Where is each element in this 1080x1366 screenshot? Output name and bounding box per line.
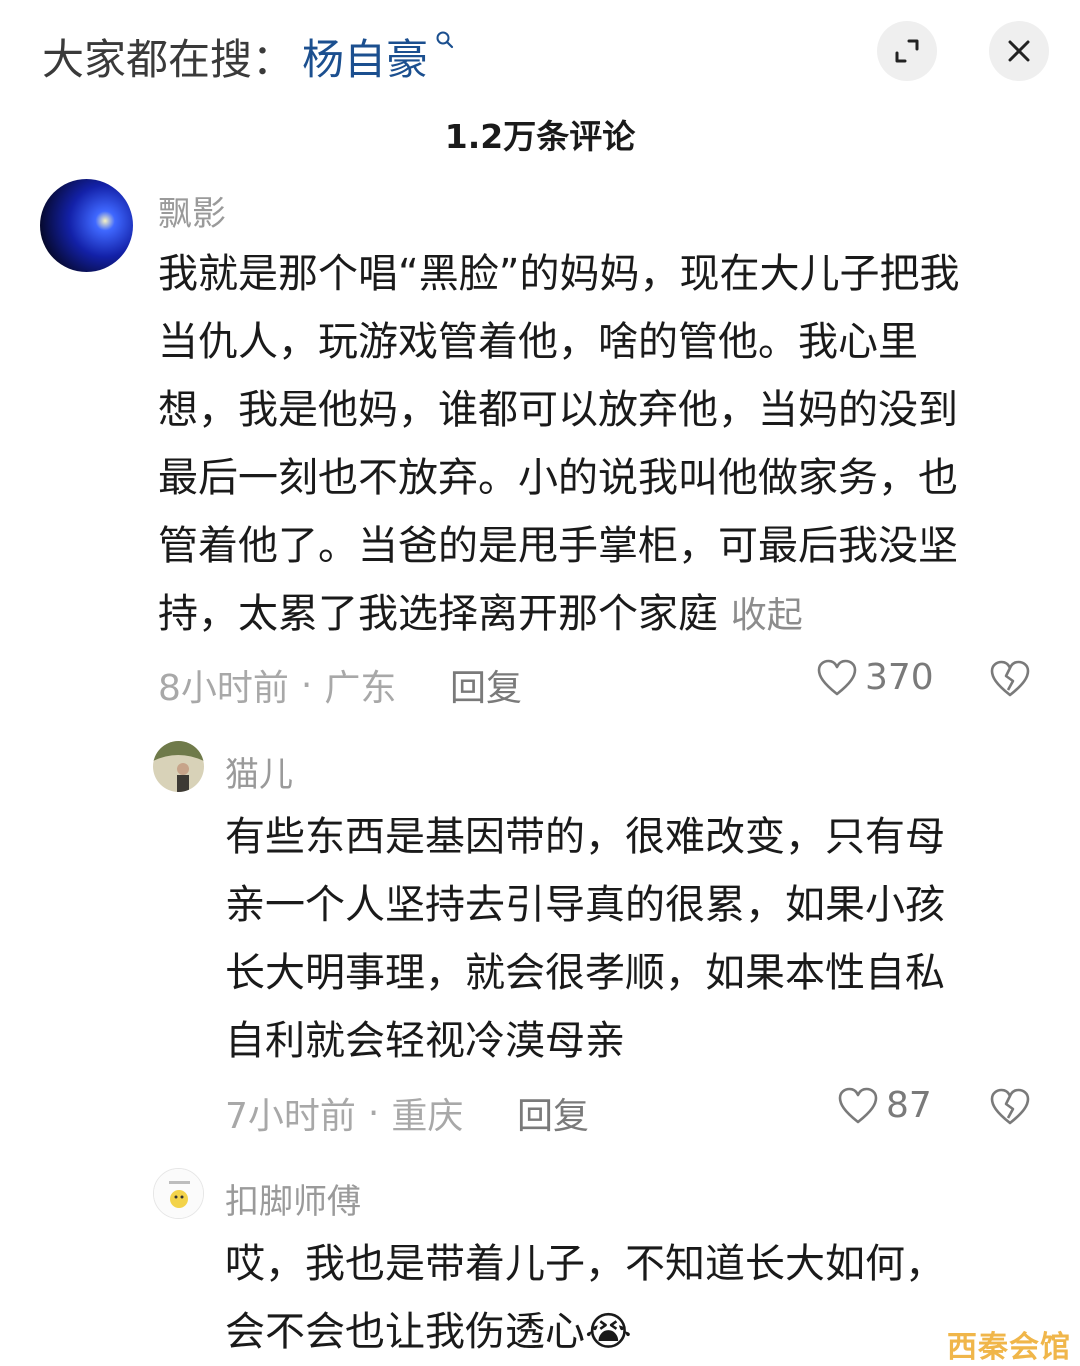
- comment-line: 长大明事理，就会很孝顺，如果本性自私: [225, 950, 945, 996]
- like-button[interactable]: 370: [817, 657, 934, 698]
- expand-button[interactable]: [877, 21, 937, 81]
- dislike-icon[interactable]: [990, 1088, 1030, 1126]
- comment-line: 有些东西是基因带的，很难改变，只有母: [225, 814, 945, 860]
- comment-location: 重庆: [391, 1096, 464, 1137]
- comment-username[interactable]: 飘影: [158, 186, 226, 235]
- crying-emoji-icon: 😭: [585, 1309, 632, 1355]
- search-icon[interactable]: [435, 30, 455, 50]
- watermark: 西秦会馆: [947, 1330, 1071, 1365]
- comment-line: 哎，我也是带着儿子，不知道长大如何，: [225, 1241, 945, 1287]
- dislike-icon[interactable]: [990, 660, 1030, 698]
- comment-line: 持，太累了我选择离开那个家庭: [158, 591, 718, 637]
- top-bar: 大家都在搜： 杨自豪: [0, 0, 1080, 105]
- comment-line: 我就是那个唱“黑脸”的妈妈，现在大儿子把我: [158, 251, 960, 297]
- comment-username[interactable]: 猫儿: [225, 747, 293, 796]
- comment-text: 我就是那个唱“黑脸”的妈妈，现在大儿子把我 当仇人，玩游戏管着他，啥的管他。我心…: [158, 240, 1038, 650]
- comment-line: 亲一个人坚持去引导真的很累，如果小孩: [225, 882, 945, 928]
- comment-line: 会不会也让我伤透心: [225, 1309, 585, 1355]
- comment-meta: 8小时前 · 广东: [158, 659, 396, 711]
- comment-line: 最后一刻也不放弃。小的说我叫他做家务，也: [158, 455, 958, 501]
- meta-separator: ·: [367, 1092, 380, 1134]
- comment-username[interactable]: 扣脚师傅: [225, 1174, 361, 1223]
- close-button[interactable]: [989, 21, 1049, 81]
- reply-button[interactable]: 回复: [517, 1087, 589, 1139]
- like-count: 87: [886, 1085, 932, 1126]
- avatar[interactable]: [153, 1168, 204, 1219]
- collapse-link[interactable]: 收起: [731, 595, 803, 636]
- trending-search-label: 大家都在搜：: [42, 35, 295, 84]
- comment-meta: 7小时前 · 重庆: [225, 1087, 463, 1139]
- close-icon: [1008, 40, 1030, 62]
- comment-line: 当仇人，玩游戏管着他，啥的管他。我心里: [158, 319, 918, 365]
- comment-line: 想，我是他妈，谁都可以放弃他，当妈的没到: [158, 387, 958, 433]
- comment-time: 7小时前: [225, 1096, 356, 1137]
- comment-text: 有些东西是基因带的，很难改变，只有母 亲一个人坚持去引导真的很累，如果小孩 长大…: [225, 803, 1025, 1075]
- comment-count-title: 1.2万条评论: [444, 117, 636, 156]
- like-count: 370: [865, 657, 934, 698]
- reply-button[interactable]: 回复: [450, 659, 522, 711]
- comment-time: 8小时前: [158, 668, 289, 709]
- comment-line: 管着他了。当爸的是甩手掌柜，可最后我没坚: [158, 523, 958, 569]
- avatar[interactable]: [153, 741, 204, 792]
- comment-text: 哎，我也是带着儿子，不知道长大如何， 会不会也让我伤透心😭: [225, 1230, 1025, 1366]
- heart-icon: [838, 1087, 878, 1123]
- trending-search-term[interactable]: 杨自豪: [302, 26, 428, 87]
- like-button[interactable]: 87: [838, 1085, 932, 1126]
- comment-location: 广东: [324, 668, 397, 709]
- expand-icon: [895, 39, 919, 63]
- heart-icon: [817, 659, 857, 695]
- comment-line: 自利就会轻视冷漠母亲: [225, 1018, 625, 1064]
- avatar[interactable]: [40, 179, 133, 272]
- meta-separator: ·: [300, 664, 313, 706]
